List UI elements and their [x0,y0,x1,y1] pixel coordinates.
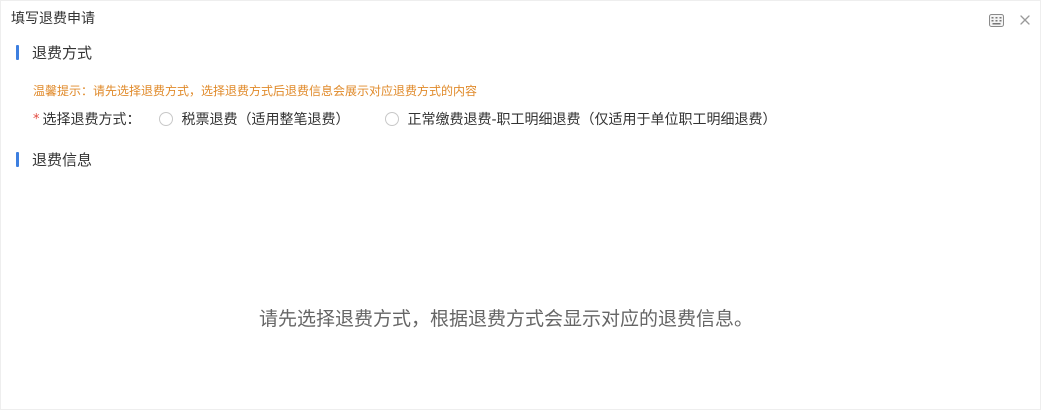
refund-application-dialog: 填写退费申请 退费方式 温馨提示：请先选择退费方式，选择退费方式后退费信息会展示… [0,0,1041,410]
keyboard-icon [988,13,1004,27]
refund-method-form-row: * 选择退费方式： 税票退费（适用整笔退费） 正常缴费退费-职工明细退费（仅适用… [33,109,777,129]
dialog-titlebar: 填写退费申请 [1,1,1040,37]
radio-button[interactable] [158,112,173,126]
close-button[interactable] [1017,12,1033,28]
refund-method-label: 选择退费方式： [42,112,141,128]
section-accent-bar [16,152,19,167]
refund-method-section-title: 退费方式 [32,44,93,62]
keyboard-button[interactable] [988,12,1004,28]
section-accent-bar [16,45,19,60]
radio-button[interactable] [384,112,399,126]
warm-tip-text: 温馨提示：请先选择退费方式，选择退费方式后退费信息会展示对应退费方式的内容 [33,84,478,98]
refund-info-empty-message: 请先选择退费方式，根据退费方式会显示对应的退费信息。 [258,308,753,330]
radio-option-label: 正常缴费退费-职工明细退费（仅适用于单位职工明细退费） [407,112,777,128]
dialog-title: 填写退费申请 [11,11,95,27]
required-mark: * [33,111,40,127]
refund-info-section-title: 退费信息 [32,151,93,169]
radio-option-label: 税票退费（适用整笔退费） [181,112,350,128]
radio-option-employee-detail-refund[interactable]: 正常缴费退费-职工明细退费（仅适用于单位职工明细退费） [384,109,777,129]
radio-option-tax-receipt-refund[interactable]: 税票退费（适用整笔退费） [158,109,350,129]
close-icon [1020,15,1030,25]
